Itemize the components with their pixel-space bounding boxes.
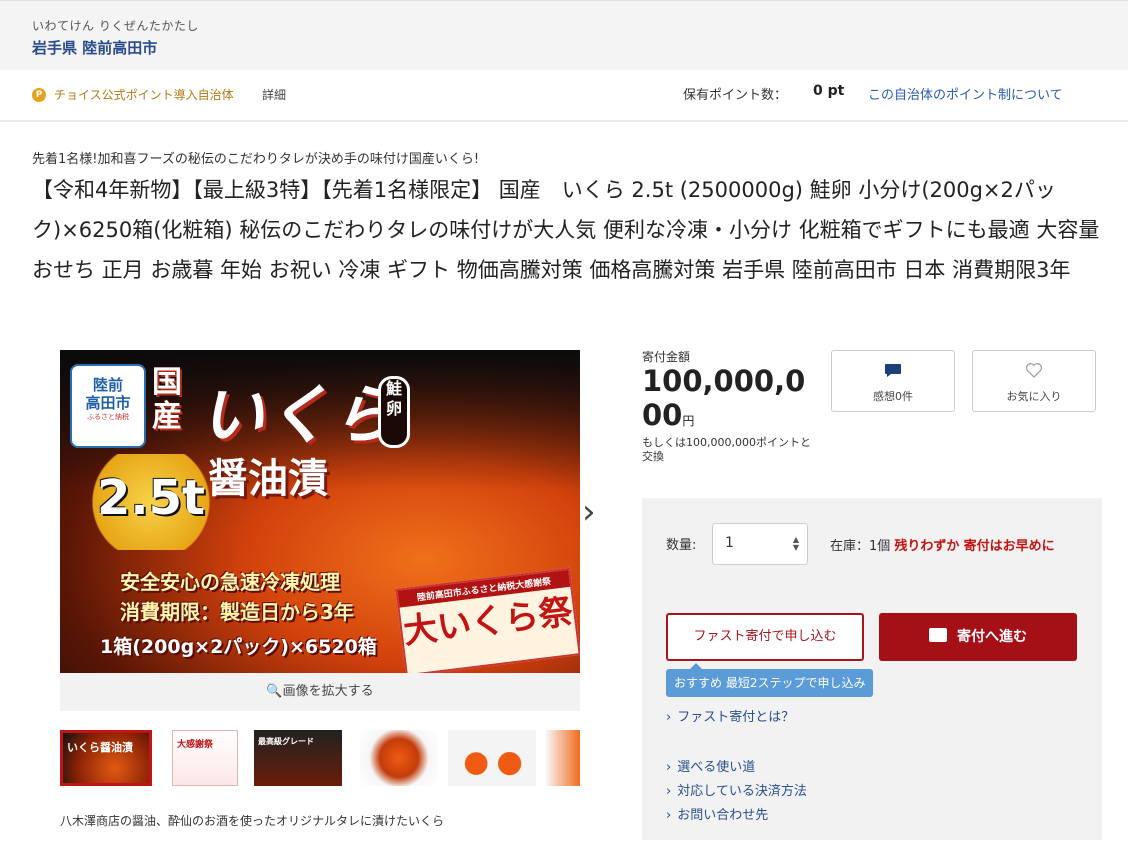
image-ikura-text: いくら (200, 379, 398, 453)
contact-link[interactable]: › お問い合わせ先 (666, 804, 768, 823)
point-badge-icon: P (32, 88, 46, 102)
image-kokusan-text: 国産 (152, 365, 182, 434)
product-main-image[interactable]: 陸前 高田市 ふるさと納税 国産 いくら 鮭卵 醤油漬 2.5t 安全安心の急速… (60, 350, 580, 673)
choice-point-label: チョイス公式ポイント導入自治体 (54, 88, 234, 102)
next-image-chevron-icon[interactable]: › (582, 495, 596, 529)
fast-donate-button[interactable]: ファスト寄付で申し込む (666, 613, 864, 661)
donation-amount: 100,000,000円 (642, 364, 818, 438)
stock-status: 在庫：1個 残りわずか 寄付はお早めに (830, 532, 1070, 562)
municipality-header: いわてけん りくぜんたかたし 岩手県 陸前高田市 (0, 0, 1128, 71)
logo-line1: 陸前 (92, 376, 123, 394)
recommend-tooltip: おすすめ 最短2ステップで申し込み (666, 663, 874, 697)
quantity-value: 1 (725, 535, 734, 551)
product-title: 【令和4年新物】【最上級3特】【先着1名様限定】 国産 いくら 2.5t (25… (32, 178, 1100, 282)
image-line-quantity: 1箱(200g×2パック)×6520箱 (100, 636, 377, 658)
thumbnail-strip: いくら醤油漬 大感謝祭 最高級グレード (60, 728, 580, 790)
thumbnail-label: 大感謝祭 (177, 740, 214, 750)
municipality-kana: いわてけん りくぜんたかたし (32, 19, 199, 33)
thumbnail-3[interactable]: 最高級グレード (254, 730, 342, 786)
heart-icon (973, 361, 1095, 384)
comment-icon (832, 361, 954, 384)
logo-line2: 高田市 (85, 394, 131, 412)
link-label: ファスト寄付とは？ (677, 710, 795, 725)
point-bar: P チョイス公式ポイント導入自治体 詳細 保有ポイント数： 0 pt この自治体… (0, 70, 1128, 122)
thumbnail-6[interactable] (546, 730, 580, 786)
stock-count: 在庫：1個 (830, 539, 891, 554)
thumbnail-2[interactable]: 大感謝祭 (172, 730, 238, 786)
reviews-button[interactable]: 感想0件 (831, 350, 955, 412)
chevron-right-icon: › (666, 808, 672, 823)
link-label: お問い合わせ先 (677, 808, 769, 823)
favorite-label: お気に入り (1006, 390, 1062, 403)
zoom-image-button[interactable]: 🔍画像を拡大する (60, 673, 580, 711)
image-shoyuzuke-text: 醤油漬 (208, 456, 328, 502)
thumbnail-4[interactable] (360, 730, 438, 786)
quantity-stepper[interactable]: 1 ▲ ▼ (712, 523, 808, 565)
proceed-donate-label: 寄付へ進む (957, 629, 1027, 645)
order-panel: 数量: 1 ▲ ▼ 在庫：1個 残りわずか 寄付はお早めに ファスト寄付で申し込む… (642, 498, 1102, 840)
holding-points-label: 保有ポイント数： (683, 88, 788, 103)
stock-warning: 残りわずか (894, 539, 960, 554)
thumbnail-label: 最高級グレード (258, 737, 314, 746)
reviews-label: 感想0件 (873, 390, 913, 403)
donation-unit: 円 (682, 414, 695, 428)
mail-icon (929, 628, 947, 642)
image-amount-text: 2.5t (97, 470, 205, 526)
points-alternative: もしくは100,000,000ポイントと交換 (642, 436, 811, 463)
usage-options-link[interactable]: › 選べる使い道 (666, 756, 755, 775)
chevron-right-icon: › (666, 760, 672, 775)
stock-cta: 寄付はお早めに (963, 539, 1055, 554)
chevron-right-icon: › (666, 710, 672, 725)
thumbnail-1[interactable]: いくら醤油漬 (60, 730, 152, 786)
image-line-expiry: 消費期限：製造日から3年 (120, 600, 354, 624)
product-catchphrase: 先着1名様!加和喜フーズの秘伝のこだわりタレが決め手の味付け国産いくら! (32, 152, 480, 167)
quantity-label: 数量: (666, 538, 697, 553)
thumbnail-5[interactable] (448, 730, 536, 786)
thumbnail-label: いくら醤油漬 (67, 741, 133, 754)
holding-points-value: 0 pt (813, 83, 845, 99)
stepper-arrows-icon[interactable]: ▲ ▼ (793, 536, 799, 552)
donation-label: 寄付金額 (642, 350, 691, 364)
point-detail-link[interactable]: 詳細 (262, 86, 286, 103)
donation-amount-value: 100,000,000 (642, 364, 806, 432)
festival-stamp: 陸前高田市ふるさと納税大感謝祭 大いくら祭 (395, 567, 580, 673)
link-label: 選べる使い道 (677, 760, 756, 775)
favorite-button[interactable]: お気に入り (972, 350, 1096, 412)
image-sake-roe-text: 鮭卵 (378, 376, 410, 448)
proceed-donate-button[interactable]: 寄付へ進む (879, 613, 1077, 661)
image-caption: 八木澤商店の醤油、酔仙のお酒を使ったオリジナルタレに漬けたいくら (60, 814, 445, 828)
fast-donate-info-link[interactable]: › ファスト寄付とは？ (666, 706, 794, 725)
link-label: 対応している決済方法 (677, 784, 807, 799)
municipality-name[interactable]: 岩手県 陸前高田市 (32, 37, 157, 58)
payment-methods-link[interactable]: › 対応している決済方法 (666, 780, 807, 799)
chevron-right-icon: › (666, 784, 672, 799)
image-line-safety: 安全安心の急速冷凍処理 (120, 570, 340, 594)
logo-sub: ふるさと納税 (87, 413, 129, 421)
point-policy-link[interactable]: この自治体のポイント制について (868, 84, 1063, 103)
image-amount-badge: 2.5t (84, 454, 218, 550)
city-logo: 陸前 高田市 ふるさと納税 (70, 364, 146, 448)
